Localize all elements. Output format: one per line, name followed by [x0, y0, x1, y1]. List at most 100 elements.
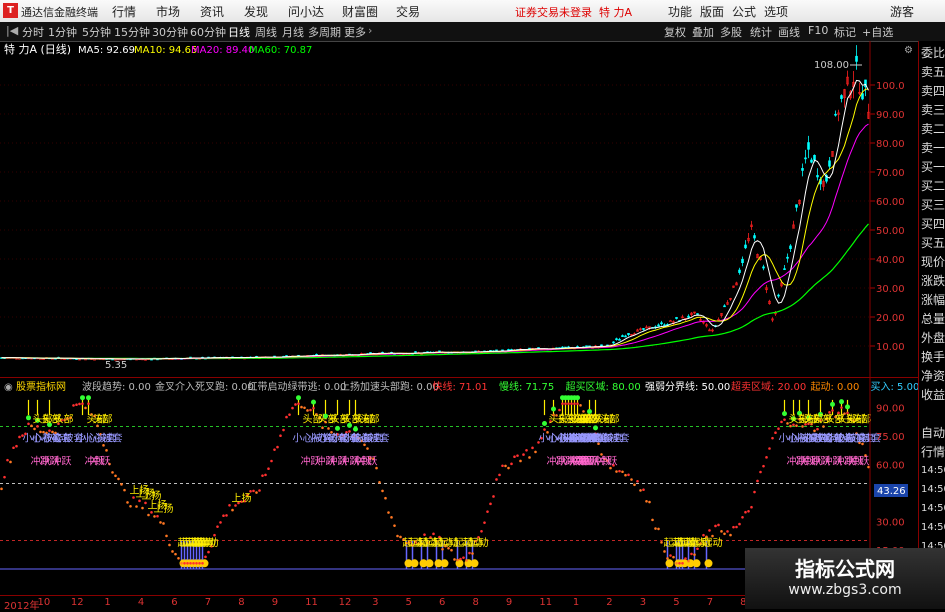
right-strip-item[interactable]: 卖二 — [921, 123, 945, 135]
period-nav-icon[interactable]: |◀ — [6, 24, 18, 37]
indicator-name: 股票指标网 — [16, 380, 66, 393]
annotation-careful: 小心被套 — [83, 432, 123, 445]
menu-wealth[interactable]: 财富圈 — [342, 3, 378, 20]
ma10-label: MA10: 94.65 — [134, 45, 197, 56]
login-status[interactable]: 证券交易未登录 特 力A — [515, 4, 632, 20]
right-strip-item[interactable]: 买四 — [921, 218, 945, 230]
date-tick: 5 — [673, 597, 680, 608]
indicator-param: 买入: 5.00 — [871, 381, 919, 393]
f10-button[interactable]: F10 — [808, 24, 828, 37]
stats-button[interactable]: 统计 — [750, 24, 772, 40]
right-strip-item[interactable]: 净资 — [921, 370, 945, 382]
period-daily[interactable]: 日线 — [228, 24, 250, 40]
guest-user[interactable]: 游客 — [890, 3, 914, 20]
period-5min[interactable]: 5分钟 — [82, 24, 111, 40]
more-chevron-icon[interactable]: › — [368, 24, 372, 37]
period-more[interactable]: 更多 — [344, 24, 366, 40]
right-strip-item[interactable]: 14:50 — [921, 465, 945, 477]
period-multi[interactable]: 多周期 — [308, 24, 341, 40]
right-strip-item[interactable]: 买三 — [921, 199, 945, 211]
date-tick: 9 — [505, 597, 513, 608]
ma20-line — [1, 123, 869, 360]
menu-options[interactable]: 选项 — [764, 3, 788, 20]
menu-quotes[interactable]: 行情 — [112, 3, 136, 20]
date-tick: 6 — [171, 597, 178, 608]
date-tick: 5 — [405, 597, 412, 608]
multi-stock-button[interactable]: 多股 — [720, 24, 742, 40]
right-strip-item[interactable]: 换手 — [921, 351, 945, 363]
price-tick: 100.0 — [876, 81, 905, 92]
menu-layout[interactable]: 版面 — [700, 3, 724, 20]
annotation-rush: 冲跃 — [358, 455, 378, 468]
date-tick: 8 — [238, 597, 245, 608]
date-tick: 6 — [439, 597, 446, 608]
indicator-annotations: 头部小心被套冲跃头部小心被套冲跃头部小心被套冲跃头部小心被套冲跃头部小心被套冲跃… — [23, 413, 882, 550]
indicator-param: 慢线: 71.75 — [499, 380, 554, 393]
right-strip-item[interactable]: 卖五 — [921, 66, 945, 78]
right-strip-item[interactable]: 收益 — [921, 389, 945, 401]
overlay-button[interactable]: 叠加 — [692, 24, 714, 40]
login-status-text: 证券交易未登录 — [515, 6, 592, 19]
draw-line-button[interactable]: 画线 — [778, 24, 800, 40]
price-tick: 90.00 — [876, 110, 905, 121]
date-tick: 3 — [372, 597, 379, 608]
right-strip-item[interactable]: 14:50 — [921, 484, 945, 496]
right-strip-item[interactable]: 卖一 — [921, 142, 945, 154]
ma60-label: MA60: 70.87 — [249, 45, 312, 56]
right-strip-item[interactable]: 买一 — [921, 161, 945, 173]
date-tick: 3 — [639, 597, 647, 608]
period-1min[interactable]: 1分钟 — [48, 24, 77, 40]
indicator-tick: 90.00 — [876, 404, 905, 415]
date-tick: 8 — [472, 597, 479, 608]
period-15min[interactable]: 15分钟 — [114, 24, 150, 40]
indicator-menu-icon[interactable]: ◉ — [4, 382, 13, 393]
indicator-tick: 75.00 — [876, 432, 905, 443]
period-weekly[interactable]: 周线 — [255, 24, 277, 40]
mark-button[interactable]: 标记 — [834, 24, 856, 40]
right-strip-item[interactable]: 自动 — [921, 427, 945, 439]
menu-wenxiaoda[interactable]: 问小达 — [288, 3, 324, 20]
period-monthly[interactable]: 月线 — [282, 24, 304, 40]
menu-formula[interactable]: 公式 — [732, 3, 756, 20]
right-strip-item[interactable]: 委比 — [921, 47, 945, 59]
annotation-top: 头部 — [852, 413, 872, 426]
menu-discover[interactable]: 发现 — [244, 3, 268, 20]
right-strip-item[interactable]: 外盘 — [921, 332, 945, 344]
period-intraday[interactable]: 分时 — [22, 24, 44, 40]
period-60min[interactable]: 60分钟 — [190, 24, 226, 40]
price-chart-panel[interactable]: 特 力A (日线) MA5: 92.69 MA10: 94.65 MA20: 8… — [0, 41, 918, 377]
right-strip-item[interactable]: 买五 — [921, 237, 945, 249]
chart-settings-icon[interactable]: ⚙ — [904, 45, 913, 56]
right-strip-item[interactable]: 买二 — [921, 180, 945, 192]
right-strip-item[interactable]: 14:50 — [921, 522, 945, 534]
menu-trade[interactable]: 交易 — [396, 3, 420, 20]
price-tick: 20.00 — [876, 313, 905, 324]
indicator-param: 快线: 71.01 — [433, 380, 488, 393]
menu-function[interactable]: 功能 — [668, 3, 692, 20]
right-strip-item[interactable]: 行情 — [921, 446, 945, 458]
right-strip-item[interactable]: 卖四 — [921, 85, 945, 97]
candlesticks — [0, 45, 870, 361]
app-name: 通达信金融终端 — [21, 6, 98, 19]
menu-news[interactable]: 资讯 — [200, 3, 224, 20]
right-strip-item[interactable]: 涨跌 — [921, 275, 945, 287]
annotation-rush: 冲跃 — [91, 455, 111, 468]
menu-market[interactable]: 市场 — [156, 3, 180, 20]
right-strip-item[interactable]: 涨幅 — [921, 294, 945, 306]
price-tick: 50.00 — [876, 226, 905, 237]
adjust-button[interactable]: 复权 — [664, 24, 686, 40]
right-strip-item[interactable]: 总量 — [921, 313, 945, 325]
period-30min[interactable]: 30分钟 — [152, 24, 188, 40]
right-strip-item[interactable]: 现价 — [921, 256, 945, 268]
annotation-careful: 小心被套 — [590, 432, 630, 445]
price-tick: 30.00 — [876, 284, 905, 295]
right-strip-item[interactable]: 14:50 — [921, 503, 945, 515]
add-watchlist-button[interactable]: +自选 — [862, 24, 893, 40]
indicator-param: 强弱分界线: 50.00 — [645, 380, 730, 393]
watermark-title: 指标公式网 — [795, 557, 895, 581]
indicator-param: 金叉介入死叉跑: 0.00 — [155, 380, 254, 393]
price-chart[interactable]: 特 力A (日线) MA5: 92.69 MA10: 94.65 MA20: 8… — [0, 41, 918, 377]
right-strip-item[interactable]: 卖三 — [921, 104, 945, 116]
watermark-badge: 指标公式网 www.zbgs3.com — [745, 548, 945, 609]
price-tick: 40.00 — [876, 255, 905, 266]
